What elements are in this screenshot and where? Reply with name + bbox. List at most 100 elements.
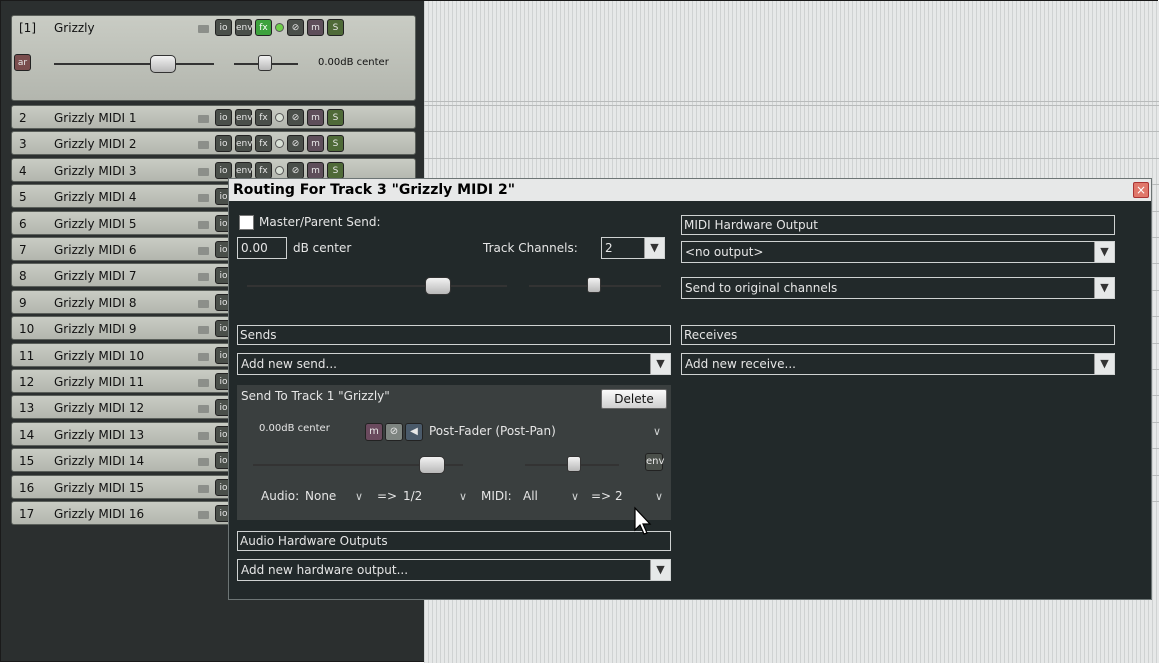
- fx-status-led: [275, 23, 284, 32]
- add-receive-select[interactable]: Add new receive... ▼: [681, 353, 1115, 375]
- master-send-checkbox[interactable]: [239, 215, 254, 230]
- track-pan-knob[interactable]: [258, 55, 272, 71]
- chevron-down-icon: ∨: [355, 490, 364, 503]
- track-name[interactable]: Grizzly MIDI 11: [54, 375, 144, 389]
- midi-channels-select[interactable]: Send to original channels ▼: [681, 277, 1115, 299]
- track-number: 3: [19, 137, 27, 152]
- env-button[interactable]: env: [235, 161, 253, 179]
- send-mode-select[interactable]: Post-Fader (Post-Pan): [429, 424, 556, 438]
- send-env-button[interactable]: env: [645, 453, 664, 471]
- folder-icon[interactable]: [198, 352, 209, 361]
- folder-icon[interactable]: [198, 25, 209, 33]
- track-name[interactable]: Grizzly MIDI 2: [54, 137, 137, 151]
- track-number: 11: [19, 348, 35, 363]
- send-volume-knob[interactable]: [419, 456, 445, 474]
- folder-icon[interactable]: [198, 247, 209, 255]
- mute-button[interactable]: m: [307, 19, 324, 36]
- volume-slider-track[interactable]: [247, 285, 507, 287]
- track-volume-track[interactable]: [54, 63, 214, 65]
- mute-button[interactable]: m: [307, 135, 324, 153]
- track-channels-label: Track Channels:: [483, 241, 578, 255]
- track-name[interactable]: Grizzly MIDI 15: [54, 481, 144, 495]
- track-name[interactable]: Grizzly MIDI 16: [54, 507, 144, 521]
- track-name[interactable]: Grizzly MIDI 1: [54, 111, 137, 125]
- send-mute-button[interactable]: m: [365, 423, 383, 441]
- solo-button[interactable]: S: [327, 161, 344, 179]
- audio-source-select[interactable]: None: [305, 489, 336, 503]
- io-button[interactable]: io: [215, 135, 232, 153]
- midi-source-select[interactable]: All: [523, 489, 538, 503]
- folder-icon[interactable]: [198, 326, 209, 335]
- dialog-title: Routing For Track 3 "Grizzly MIDI 2": [229, 179, 1151, 201]
- volume-field[interactable]: 0.00: [237, 237, 287, 259]
- track-name[interactable]: Grizzly MIDI 9: [54, 322, 137, 336]
- folder-icon[interactable]: [198, 431, 209, 440]
- folder-icon[interactable]: [198, 220, 209, 229]
- fx-button[interactable]: fx: [255, 19, 272, 36]
- io-button[interactable]: io: [215, 109, 232, 126]
- io-button[interactable]: io: [215, 19, 232, 36]
- track-volume-readout: 0.00dB center: [318, 57, 389, 68]
- midi-output-select[interactable]: <no output> ▼: [681, 241, 1115, 263]
- volume-slider-knob[interactable]: [425, 277, 451, 295]
- add-hw-output-select[interactable]: Add new hardware output... ▼: [237, 559, 671, 581]
- folder-icon[interactable]: [198, 194, 209, 203]
- track-name[interactable]: Grizzly MIDI 3: [54, 164, 137, 178]
- phase-button[interactable]: ⊘: [287, 135, 304, 153]
- phase-button[interactable]: ⊘: [287, 109, 304, 126]
- solo-button[interactable]: S: [327, 19, 344, 36]
- pan-slider-knob[interactable]: [587, 277, 601, 293]
- chevron-down-icon: ∨: [571, 490, 580, 503]
- folder-icon[interactable]: [198, 299, 209, 308]
- send-pan-knob[interactable]: [567, 456, 581, 472]
- audio-label: Audio:: [261, 489, 300, 503]
- solo-button[interactable]: S: [327, 135, 344, 153]
- track-name[interactable]: Grizzly MIDI 10: [54, 349, 144, 363]
- solo-button[interactable]: S: [327, 109, 344, 126]
- track-name[interactable]: Grizzly MIDI 12: [54, 401, 144, 415]
- folder-icon[interactable]: [198, 458, 209, 467]
- folder-icon[interactable]: [198, 167, 209, 176]
- folder-icon[interactable]: [198, 405, 209, 414]
- mute-button[interactable]: m: [307, 109, 324, 126]
- io-button[interactable]: io: [215, 161, 232, 179]
- track-row[interactable]: 3 Grizzly MIDI 2 io env fx ⊘ m S: [11, 131, 416, 156]
- track-name[interactable]: Grizzly MIDI 6: [54, 243, 137, 257]
- audio-dest-select[interactable]: 1/2: [403, 489, 422, 503]
- track-name[interactable]: Grizzly MIDI 5: [54, 217, 137, 231]
- fx-button[interactable]: fx: [255, 109, 272, 126]
- phase-button[interactable]: ⊘: [287, 161, 304, 179]
- send-mono-button[interactable]: ◀: [405, 423, 423, 441]
- env-button[interactable]: env: [235, 135, 253, 153]
- track-name[interactable]: Grizzly MIDI 4: [54, 190, 137, 204]
- phase-button[interactable]: ⊘: [287, 19, 304, 36]
- track-channels-select[interactable]: 2 ▼: [601, 237, 665, 259]
- folder-icon[interactable]: [198, 511, 209, 519]
- db-center-label: dB center: [293, 241, 352, 255]
- automation-mode-button[interactable]: ar: [14, 54, 31, 71]
- send-phase-button[interactable]: ⊘: [385, 423, 403, 441]
- midi-dest-select[interactable]: 2: [615, 489, 623, 503]
- track-name[interactable]: Grizzly MIDI 14: [54, 454, 144, 468]
- delete-button[interactable]: Delete: [601, 389, 667, 409]
- env-button[interactable]: env: [235, 19, 253, 36]
- track-name[interactable]: Grizzly MIDI 13: [54, 428, 144, 442]
- add-send-select[interactable]: Add new send... ▼: [237, 353, 671, 375]
- track-name[interactable]: Grizzly: [54, 21, 95, 35]
- fx-button[interactable]: fx: [255, 161, 272, 179]
- track-name[interactable]: Grizzly MIDI 7: [54, 269, 137, 283]
- track-row[interactable]: [1] Grizzly io env fx ⊘ m Sar 0.00dB center: [11, 15, 416, 101]
- folder-icon[interactable]: [198, 115, 209, 123]
- folder-icon[interactable]: [198, 273, 209, 282]
- mute-button[interactable]: m: [307, 161, 324, 179]
- send-panel: Send To Track 1 "Grizzly" Delete 0.00dB …: [237, 385, 671, 520]
- close-button[interactable]: ×: [1133, 182, 1149, 198]
- folder-icon[interactable]: [198, 141, 209, 150]
- fx-button[interactable]: fx: [255, 135, 272, 153]
- track-row[interactable]: 2 Grizzly MIDI 1 io env fx ⊘ m S: [11, 105, 416, 129]
- folder-icon[interactable]: [198, 484, 209, 493]
- env-button[interactable]: env: [235, 109, 253, 126]
- track-volume-knob[interactable]: [150, 55, 176, 73]
- track-name[interactable]: Grizzly MIDI 8: [54, 296, 137, 310]
- folder-icon[interactable]: [198, 379, 209, 387]
